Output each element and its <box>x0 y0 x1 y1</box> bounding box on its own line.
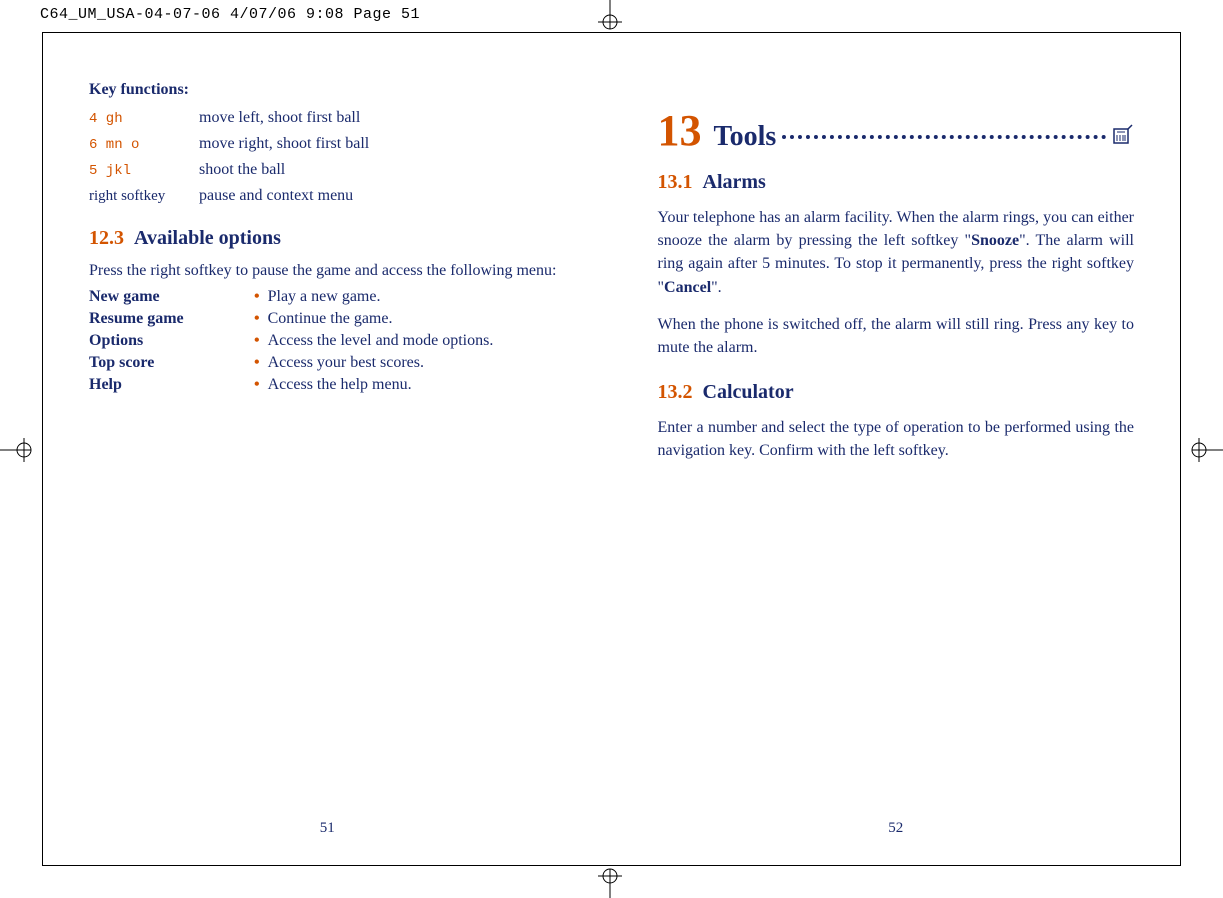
option-row: New game • Play a new game. <box>89 288 566 306</box>
key-row: 5 jkl shoot the ball <box>89 161 566 179</box>
option-desc: Continue the game. <box>268 310 393 328</box>
option-row: Help • Access the help menu. <box>89 376 566 394</box>
crop-mark-icon <box>1181 438 1223 462</box>
section-number: 13.1 <box>658 171 693 193</box>
section-intro: Press the right softkey to pause the gam… <box>89 262 566 280</box>
key-label: 4 gh <box>89 110 199 127</box>
option-desc: Play a new game. <box>268 288 381 306</box>
section-title: Alarms <box>703 171 766 193</box>
keypad-6-icon: 6 mn o <box>89 137 139 153</box>
option-row: Options • Access the level and mode opti… <box>89 332 566 350</box>
option-desc: Access the level and mode options. <box>268 332 494 350</box>
page-left: Key functions: 4 gh move left, shoot fir… <box>43 33 612 865</box>
key-desc: move right, shoot first ball <box>199 135 369 153</box>
alarms-paragraph-2: When the phone is switched off, the alar… <box>658 313 1135 359</box>
key-label: right softkey <box>89 188 199 205</box>
option-desc: Access the help menu. <box>268 376 412 394</box>
section-heading-12-3: 12.3 Available options <box>89 227 566 250</box>
keypad-4-icon: 4 gh <box>89 111 123 127</box>
chapter-number: 13 <box>658 109 702 153</box>
bullet-icon: • <box>254 376 260 394</box>
page-number-left: 51 <box>320 820 335 837</box>
calculator-paragraph: Enter a number and select the type of op… <box>658 416 1135 462</box>
key-row: right softkey pause and context menu <box>89 187 566 205</box>
option-label: Top score <box>89 354 254 372</box>
dots-divider <box>782 135 1106 139</box>
key-row: 6 mn o move right, shoot first ball <box>89 135 566 153</box>
option-label: Resume game <box>89 310 254 328</box>
option-desc: Access your best scores. <box>268 354 424 372</box>
chapter-title: Tools <box>714 121 777 153</box>
option-label: New game <box>89 288 254 306</box>
page-number-right: 52 <box>888 820 903 837</box>
key-label: 6 mn o <box>89 136 199 153</box>
bullet-icon: • <box>254 354 260 372</box>
page-right: 13 Tools 13.1 Alarms Your telephone has … <box>612 33 1181 865</box>
key-desc: move left, shoot first ball <box>199 109 360 127</box>
chapter-heading: 13 Tools <box>658 109 1135 153</box>
tools-icon <box>1112 123 1134 151</box>
bullet-icon: • <box>254 332 260 350</box>
keypad-5-icon: 5 jkl <box>89 163 131 179</box>
key-row: 4 gh move left, shoot first ball <box>89 109 566 127</box>
key-desc: pause and context menu <box>199 187 353 205</box>
bullet-icon: • <box>254 310 260 328</box>
page-spread: Key functions: 4 gh move left, shoot fir… <box>42 32 1181 866</box>
crop-mark-icon <box>588 866 632 898</box>
bullet-icon: • <box>254 288 260 306</box>
section-heading-13-2: 13.2 Calculator <box>658 381 1135 404</box>
alarms-paragraph-1: Your telephone has an alarm facility. Wh… <box>658 206 1135 299</box>
key-label: 5 jkl <box>89 162 199 179</box>
section-title: Calculator <box>703 381 794 403</box>
section-number: 13.2 <box>658 381 693 403</box>
key-functions-heading: Key functions: <box>89 81 566 99</box>
section-number: 12.3 <box>89 227 124 249</box>
option-label: Options <box>89 332 254 350</box>
option-row: Resume game • Continue the game. <box>89 310 566 328</box>
option-label: Help <box>89 376 254 394</box>
key-desc: shoot the ball <box>199 161 285 179</box>
crop-mark-icon <box>0 438 42 462</box>
option-row: Top score • Access your best scores. <box>89 354 566 372</box>
section-title: Available options <box>134 227 281 249</box>
crop-mark-icon <box>588 0 632 32</box>
section-heading-13-1: 13.1 Alarms <box>658 171 1135 194</box>
print-header: C64_UM_USA-04-07-06 4/07/06 9:08 Page 51 <box>40 6 420 23</box>
